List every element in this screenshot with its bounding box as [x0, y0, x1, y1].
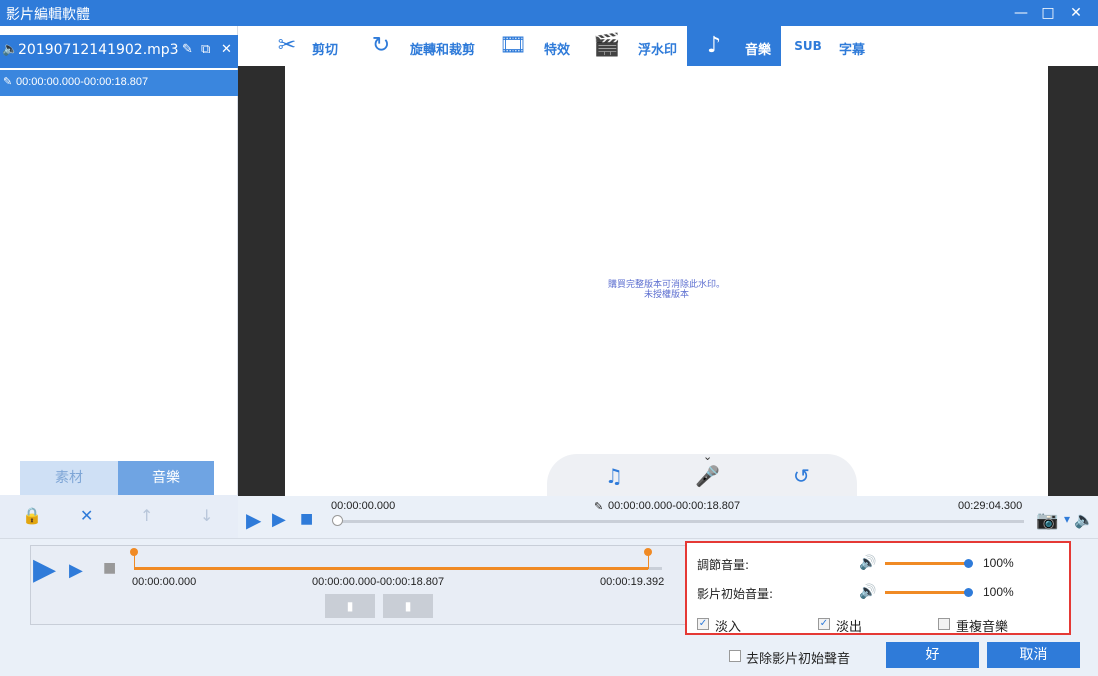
- fade-out-checkbox[interactable]: ✓: [818, 618, 830, 630]
- copy-icon[interactable]: ⧉: [201, 42, 210, 57]
- list-tools: 🔒 ✕ ↑ ↓: [0, 495, 238, 538]
- remove-original-audio-checkbox[interactable]: [729, 650, 741, 662]
- tab-music-edit[interactable]: ♪ 音樂: [687, 26, 781, 66]
- chevron-down-icon[interactable]: ▾: [1064, 512, 1070, 526]
- trim-track-remainder: [648, 567, 662, 570]
- chevron-down-icon[interactable]: ⌄: [703, 450, 712, 463]
- watermark-text: 購買完整版本可消除此水印。 未授權版本: [607, 280, 725, 300]
- camera-icon[interactable]: 📷: [1036, 510, 1058, 531]
- clip-range: 00:00:00.000-00:00:18.807: [16, 76, 149, 88]
- trim-end-handle[interactable]: [644, 548, 652, 556]
- music-trim-panel: ▶ ▶ ■ 00:00:00.000 00:00:00.000-00:00:18…: [30, 545, 686, 625]
- replace-icon[interactable]: ↺: [793, 464, 810, 488]
- volume-slider-handle[interactable]: [964, 559, 973, 568]
- volume-icon[interactable]: 🔈: [1074, 510, 1094, 529]
- player-bar: ▶ ▶ ■ 00:00:00.000 ✎ 00:00:00.000-00:00:…: [238, 496, 1098, 538]
- effects-icon: 🎞: [499, 33, 527, 58]
- set-start-button[interactable]: ▮: [325, 594, 375, 618]
- tab-effects[interactable]: 🎞 特效: [498, 26, 588, 66]
- trim-play-icon[interactable]: ▶: [33, 552, 56, 587]
- tab-music[interactable]: 音樂: [118, 461, 214, 495]
- window-title: 影片編輯軟體: [6, 7, 90, 23]
- preview-canvas: 購買完整版本可消除此水印。 未授權版本 ♫ 🎤 ⌄ ↺: [285, 66, 1048, 496]
- remove-icon[interactable]: ✕: [221, 42, 232, 57]
- original-volume-slider[interactable]: [885, 591, 967, 594]
- cancel-button[interactable]: 取消: [987, 642, 1080, 668]
- move-down-icon[interactable]: ↓: [200, 506, 213, 525]
- maximize-button[interactable]: □: [1035, 2, 1061, 24]
- seek-track[interactable]: [336, 520, 1024, 523]
- play-range-icon[interactable]: ▶: [272, 509, 286, 530]
- tab-material[interactable]: 素材: [20, 461, 118, 495]
- trim-start-handle[interactable]: [130, 548, 138, 556]
- lock-icon[interactable]: 🔒: [22, 506, 42, 525]
- clip-item[interactable]: ✎ 00:00:00.000-00:00:18.807: [0, 70, 238, 96]
- repeat-music-checkbox[interactable]: [938, 618, 950, 630]
- tab-watermark[interactable]: 🎬 浮水印: [592, 26, 688, 66]
- original-volume-slider-handle[interactable]: [964, 588, 973, 597]
- minimize-button[interactable]: —: [1008, 2, 1034, 24]
- music-action-tray: ♫ 🎤 ⌄ ↺: [547, 450, 857, 496]
- tab-cut[interactable]: ✂ 剪切: [272, 26, 372, 66]
- tab-subtitle[interactable]: SUB 字幕: [793, 26, 883, 66]
- close-button[interactable]: ✕: [1063, 2, 1089, 24]
- scissors-icon: ✂: [277, 33, 297, 58]
- add-recording-icon[interactable]: 🎤: [695, 464, 720, 488]
- trim-play-range-icon[interactable]: ▶: [69, 560, 83, 581]
- move-up-icon[interactable]: ↑: [140, 506, 153, 525]
- player-edit-icon: ✎: [594, 501, 604, 513]
- play-icon[interactable]: ▶: [246, 508, 261, 532]
- volume-settings: 調節音量: 🔊 100% 影片初始音量: 🔊 100% ✓ 淡入 ✓ 淡出 重複…: [685, 541, 1071, 635]
- set-end-button[interactable]: ▮: [383, 594, 433, 618]
- subtitle-icon: SUB: [794, 39, 822, 53]
- speaker-icon: 🔊: [859, 584, 877, 600]
- stop-icon[interactable]: ■: [300, 511, 313, 527]
- file-name: 20190712141902.mp3: [18, 42, 179, 58]
- delete-icon[interactable]: ✕: [80, 506, 93, 525]
- video-preview: 購買完整版本可消除此水印。 未授權版本 ♫ 🎤 ⌄ ↺: [238, 66, 1098, 496]
- rotate-crop-icon: ↻: [371, 33, 391, 58]
- edit-toolbar: ✂ 剪切 ↻ 旋轉和裁剪 🎞 特效 🎬 浮水印 ♪ 音樂 SUB 字幕: [238, 26, 1098, 66]
- watermark-icon: 🎬: [593, 33, 621, 58]
- speaker-icon: 🔈: [2, 42, 19, 57]
- ok-button[interactable]: 好: [886, 642, 979, 668]
- clip-edit-icon: ✎: [3, 75, 13, 88]
- fade-in-checkbox[interactable]: ✓: [697, 618, 709, 630]
- seek-handle[interactable]: [332, 515, 343, 526]
- title-bar: 影片編輯軟體 — □ ✕: [0, 0, 1098, 26]
- speaker-icon: 🔊: [859, 555, 877, 571]
- file-item[interactable]: 🔈 20190712141902.mp3 ✎ ⧉ ✕: [0, 35, 238, 68]
- volume-slider[interactable]: [885, 562, 967, 565]
- edit-icon[interactable]: ✎: [182, 42, 193, 57]
- tab-rotate-crop[interactable]: ↻ 旋轉和裁剪: [366, 26, 494, 66]
- add-music-icon[interactable]: ♫: [605, 464, 623, 488]
- trim-stop-icon[interactable]: ■: [103, 560, 116, 576]
- music-note-icon: ♪: [706, 33, 722, 58]
- trim-track[interactable]: [134, 567, 648, 570]
